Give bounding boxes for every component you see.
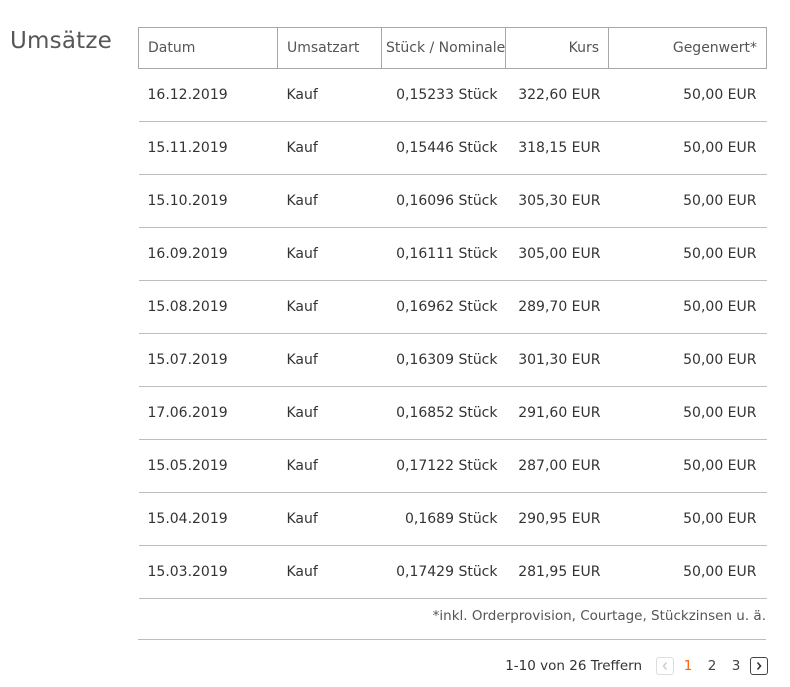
cell-datum: 15.05.2019 [138,439,278,493]
cell-kurs: 291,60 EUR [505,386,609,440]
hits-count: 1-10 von 26 Treffern [505,658,642,674]
cell-datum: 15.04.2019 [138,492,278,546]
section-title: Umsätze [10,28,112,54]
cell-stueck: 0,16962 Stück [381,280,506,334]
chevron-left-icon [662,662,668,670]
cell-umsatzart: Kauf [277,68,382,122]
cell-kurs: 287,00 EUR [505,439,609,493]
table-row: 15.03.2019 Kauf 0,17429 Stück 281,95 EUR… [138,545,767,599]
cell-stueck: 0,1689 Stück [381,492,506,546]
transactions-table: Datum Umsatzart Stück / Nominale Kurs Ge… [138,27,767,599]
table-row: 15.04.2019 Kauf 0,1689 Stück 290,95 EUR … [138,492,767,546]
previous-page-button[interactable] [656,657,674,675]
cell-stueck: 0,16096 Stück [381,174,506,228]
chevron-right-icon [756,661,762,671]
pagination: 1-10 von 26 Treffern 1 2 3 [505,655,768,677]
cell-kurs: 289,70 EUR [505,280,609,334]
table-row: 15.07.2019 Kauf 0,16309 Stück 301,30 EUR… [138,333,767,387]
cell-umsatzart: Kauf [277,492,382,546]
cell-kurs: 290,95 EUR [505,492,609,546]
cell-datum: 16.09.2019 [138,227,278,281]
cell-datum: 15.07.2019 [138,333,278,387]
cell-gegenwert: 50,00 EUR [608,174,767,228]
cell-umsatzart: Kauf [277,333,382,387]
page-numbers: 1 2 3 [676,658,748,674]
cell-datum: 17.06.2019 [138,386,278,440]
cell-datum: 15.11.2019 [138,121,278,175]
table-footnote: *inkl. Orderprovision, Courtage, Stückzi… [138,599,766,640]
table-header-row: Datum Umsatzart Stück / Nominale Kurs Ge… [138,27,767,69]
cell-kurs: 281,95 EUR [505,545,609,599]
transactions-table-container: Datum Umsatzart Stück / Nominale Kurs Ge… [138,27,767,599]
table-row: 17.06.2019 Kauf 0,16852 Stück 291,60 EUR… [138,386,767,440]
cell-gegenwert: 50,00 EUR [608,492,767,546]
column-header-stueck-nominale: Stück / Nominale [381,27,506,69]
page-link-3[interactable]: 3 [724,658,748,674]
cell-umsatzart: Kauf [277,545,382,599]
cell-gegenwert: 50,00 EUR [608,545,767,599]
cell-umsatzart: Kauf [277,386,382,440]
column-header-gegenwert: Gegenwert* [608,27,767,69]
table-row: 16.09.2019 Kauf 0,16111 Stück 305,00 EUR… [138,227,767,281]
cell-gegenwert: 50,00 EUR [608,68,767,122]
cell-datum: 16.12.2019 [138,68,278,122]
cell-kurs: 322,60 EUR [505,68,609,122]
cell-stueck: 0,15446 Stück [381,121,506,175]
cell-umsatzart: Kauf [277,280,382,334]
table-row: 16.12.2019 Kauf 0,15233 Stück 322,60 EUR… [138,68,767,122]
column-header-umsatzart: Umsatzart [277,27,382,69]
cell-kurs: 305,30 EUR [505,174,609,228]
cell-datum: 15.10.2019 [138,174,278,228]
column-header-kurs: Kurs [505,27,609,69]
cell-gegenwert: 50,00 EUR [608,439,767,493]
cell-kurs: 301,30 EUR [505,333,609,387]
cell-gegenwert: 50,00 EUR [608,280,767,334]
table-body: 16.12.2019 Kauf 0,15233 Stück 322,60 EUR… [138,68,767,599]
cell-umsatzart: Kauf [277,174,382,228]
cell-gegenwert: 50,00 EUR [608,121,767,175]
cell-stueck: 0,16852 Stück [381,386,506,440]
table-row: 15.11.2019 Kauf 0,15446 Stück 318,15 EUR… [138,121,767,175]
table-row: 15.10.2019 Kauf 0,16096 Stück 305,30 EUR… [138,174,767,228]
cell-stueck: 0,17122 Stück [381,439,506,493]
cell-gegenwert: 50,00 EUR [608,227,767,281]
cell-datum: 15.08.2019 [138,280,278,334]
cell-datum: 15.03.2019 [138,545,278,599]
table-row: 15.08.2019 Kauf 0,16962 Stück 289,70 EUR… [138,280,767,334]
cell-stueck: 0,17429 Stück [381,545,506,599]
table-row: 15.05.2019 Kauf 0,17122 Stück 287,00 EUR… [138,439,767,493]
cell-gegenwert: 50,00 EUR [608,386,767,440]
cell-kurs: 305,00 EUR [505,227,609,281]
cell-umsatzart: Kauf [277,227,382,281]
page-link-1[interactable]: 1 [676,658,700,674]
page-link-2[interactable]: 2 [700,658,724,674]
column-header-datum: Datum [138,27,278,69]
cell-umsatzart: Kauf [277,121,382,175]
cell-gegenwert: 50,00 EUR [608,333,767,387]
cell-stueck: 0,16309 Stück [381,333,506,387]
next-page-button[interactable] [750,657,768,675]
cell-stueck: 0,16111 Stück [381,227,506,281]
cell-stueck: 0,15233 Stück [381,68,506,122]
cell-kurs: 318,15 EUR [505,121,609,175]
cell-umsatzart: Kauf [277,439,382,493]
